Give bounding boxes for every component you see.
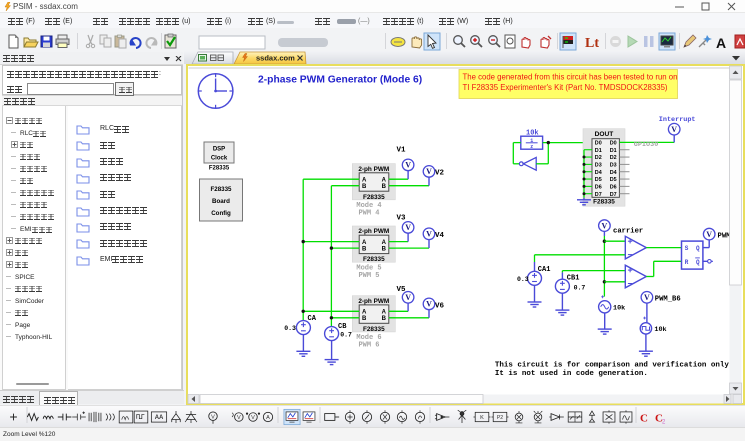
svg-text:A: A	[266, 415, 270, 421]
svg-text:AA: AA	[155, 415, 164, 421]
svg-text:V: V	[211, 414, 215, 420]
svg-text:P2: P2	[497, 415, 503, 421]
svg-text:K: K	[480, 415, 484, 421]
svg-text:C: C	[640, 413, 648, 425]
svg-text:2: 2	[662, 420, 666, 426]
svg-text:V: V	[251, 415, 255, 421]
svg-text:V: V	[237, 415, 241, 421]
